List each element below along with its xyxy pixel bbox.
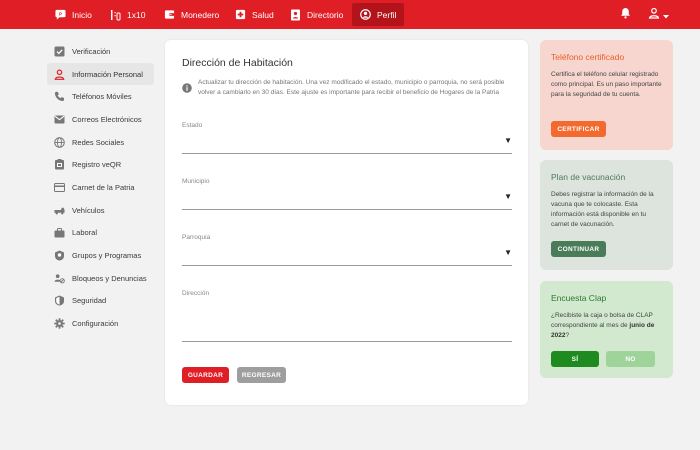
nav-label: 1x10 [127, 9, 146, 20]
sidebar-item-laboral[interactable]: Laboral [47, 222, 154, 245]
qr-register-icon [54, 159, 65, 170]
nav-item-inicio[interactable]: P Inicio [55, 0, 92, 29]
sidebar-item-grupos-y-programas[interactable]: Grupos y Programas [47, 244, 154, 267]
nav-label: Directorio [307, 9, 344, 20]
sidebar-item-label: Configuración [72, 319, 119, 329]
parroquia-label: Parroquia [182, 234, 211, 241]
chevron-down-icon [663, 6, 669, 24]
card-icon [54, 182, 65, 193]
sidebar-item-verificacion[interactable]: Verificación [47, 40, 154, 63]
directory-icon [290, 9, 301, 21]
sidebar-item-label: Teléfonos Móviles [72, 92, 132, 102]
continuar-button[interactable]: CONTINUAR [551, 241, 606, 257]
shield-icon [54, 295, 65, 306]
nav-item-salud[interactable]: Salud [235, 0, 274, 29]
sidebar-item-informacion-personal[interactable]: Información Personal [47, 62, 154, 86]
mail-icon [54, 114, 65, 125]
bell-icon [620, 6, 631, 24]
sidebar-item-label: Laboral [72, 228, 98, 238]
check-square-icon [54, 46, 65, 57]
chat-bubble-icon: P [55, 9, 66, 20]
info-text: Actualizar tu dirección de habitación. U… [198, 79, 505, 96]
person-icon [54, 69, 65, 80]
badge-icon [54, 250, 65, 261]
municipio-select[interactable]: Municipio ▼ [182, 178, 512, 210]
one-by-ten-icon [110, 9, 121, 21]
sidebar-item-label: Correos Electrónicos [72, 114, 142, 124]
direccion-input[interactable]: Dirección [182, 290, 512, 342]
nav-item-monedero[interactable]: Monedero [164, 0, 219, 29]
clap-survey-card: Encuesta Clap ¿Recibiste la caja o bolsa… [540, 281, 673, 378]
chevron-down-icon: ▼ [504, 192, 512, 201]
phone-certified-card: Teléfono certificado Certifica el teléfo… [540, 40, 673, 150]
clap-yes-button[interactable]: SÍ [551, 351, 599, 367]
direccion-label: Dirección [182, 290, 210, 297]
briefcase-icon [54, 227, 65, 238]
regresar-button[interactable]: REGRESAR [237, 367, 286, 383]
car-icon [54, 205, 65, 216]
block-user-icon [54, 273, 65, 284]
parroquia-select[interactable]: Parroquia ▼ [182, 234, 512, 266]
health-cross-icon [235, 9, 246, 20]
sidebar-item-redes-sociales[interactable]: Redes Sociales [47, 131, 154, 154]
user-menu-button[interactable] [648, 0, 669, 29]
info-notice: Actualizar tu dirección de habitación. U… [182, 78, 514, 97]
sidebar-item-label: Seguridad [72, 296, 107, 306]
nav-item-perfil[interactable]: Perfil [352, 3, 405, 26]
sidebar-item-label: Grupos y Programas [72, 251, 142, 261]
sidebar-item-label: Vehículos [72, 205, 105, 215]
profile-sidebar: Verificación Información Personal Teléfo… [47, 40, 154, 335]
user-circle-icon [360, 9, 371, 20]
sidebar-item-vehiculos[interactable]: Vehículos [47, 199, 154, 222]
sidebar-item-label: Redes Sociales [72, 137, 125, 147]
card-title: Dirección de Habitación [182, 57, 293, 69]
phone-icon [54, 91, 65, 102]
nav-item-1x10[interactable]: 1x10 [110, 0, 145, 29]
nav-label: Monedero [181, 9, 220, 20]
guardar-button[interactable]: GUARDAR [182, 367, 229, 383]
notifications-button[interactable] [620, 0, 631, 29]
sidebar-item-bloqueos-y-denuncias[interactable]: Bloqueos y Denuncias [47, 267, 154, 290]
vaccine-card-title: Plan de vacunación [551, 172, 626, 182]
chevron-down-icon: ▼ [504, 248, 512, 257]
nav-label: Salud [252, 9, 274, 20]
sidebar-item-label: Carnet de la Patria [72, 182, 135, 192]
sidebar-item-carnet-de-la-patria[interactable]: Carnet de la Patria [47, 176, 154, 199]
sidebar-item-telefonos-moviles[interactable]: Teléfonos Móviles [47, 85, 154, 108]
sidebar-item-label: Bloqueos y Denuncias [72, 273, 147, 283]
sidebar-item-label: Registro veQR [72, 160, 122, 170]
info-icon [182, 80, 192, 93]
clap-card-title: Encuesta Clap [551, 293, 607, 303]
estado-select[interactable]: Estado ▼ [182, 122, 512, 154]
phone-card-body: Certifica el teléfono celular registrado… [551, 71, 662, 98]
nav-label: Inicio [72, 9, 92, 20]
estado-label: Estado [182, 122, 203, 129]
nav-label: Perfil [377, 9, 397, 20]
chevron-down-icon: ▼ [504, 136, 512, 145]
vaccine-card-body: Debes registrar la información de la vac… [551, 191, 654, 228]
gear-icon [54, 318, 65, 329]
municipio-label: Municipio [182, 178, 210, 185]
sidebar-item-label: Información Personal [72, 69, 143, 79]
globe-icon [54, 136, 65, 148]
sidebar-item-registro-veqr[interactable]: Registro veQR [47, 153, 154, 176]
vaccination-card: Plan de vacunación Debes registrar la in… [540, 160, 673, 270]
top-navbar: P Inicio 1x10 Monedero Salud Directorio … [0, 0, 700, 29]
address-form-card: Dirección de Habitación Actualizar tu di… [165, 40, 528, 405]
svg-text:P: P [59, 12, 62, 17]
sidebar-item-configuracion[interactable]: Configuración [47, 312, 154, 335]
phone-card-title: Teléfono certificado [551, 52, 625, 62]
sidebar-item-correos-electronicos[interactable]: Correos Electrónicos [47, 108, 154, 131]
clap-body-end: ? [565, 332, 570, 339]
wallet-icon [164, 9, 175, 20]
sidebar-item-label: Verificación [72, 46, 111, 56]
sidebar-item-seguridad[interactable]: Seguridad [47, 290, 154, 313]
user-icon [648, 6, 660, 24]
clap-card-body: ¿Recibiste la caja o bolsa de CLAP corre… [551, 311, 665, 341]
nav-item-directorio[interactable]: Directorio [290, 0, 343, 29]
clap-no-button[interactable]: NO [606, 351, 655, 367]
certificar-button[interactable]: CERTIFICAR [551, 121, 606, 137]
